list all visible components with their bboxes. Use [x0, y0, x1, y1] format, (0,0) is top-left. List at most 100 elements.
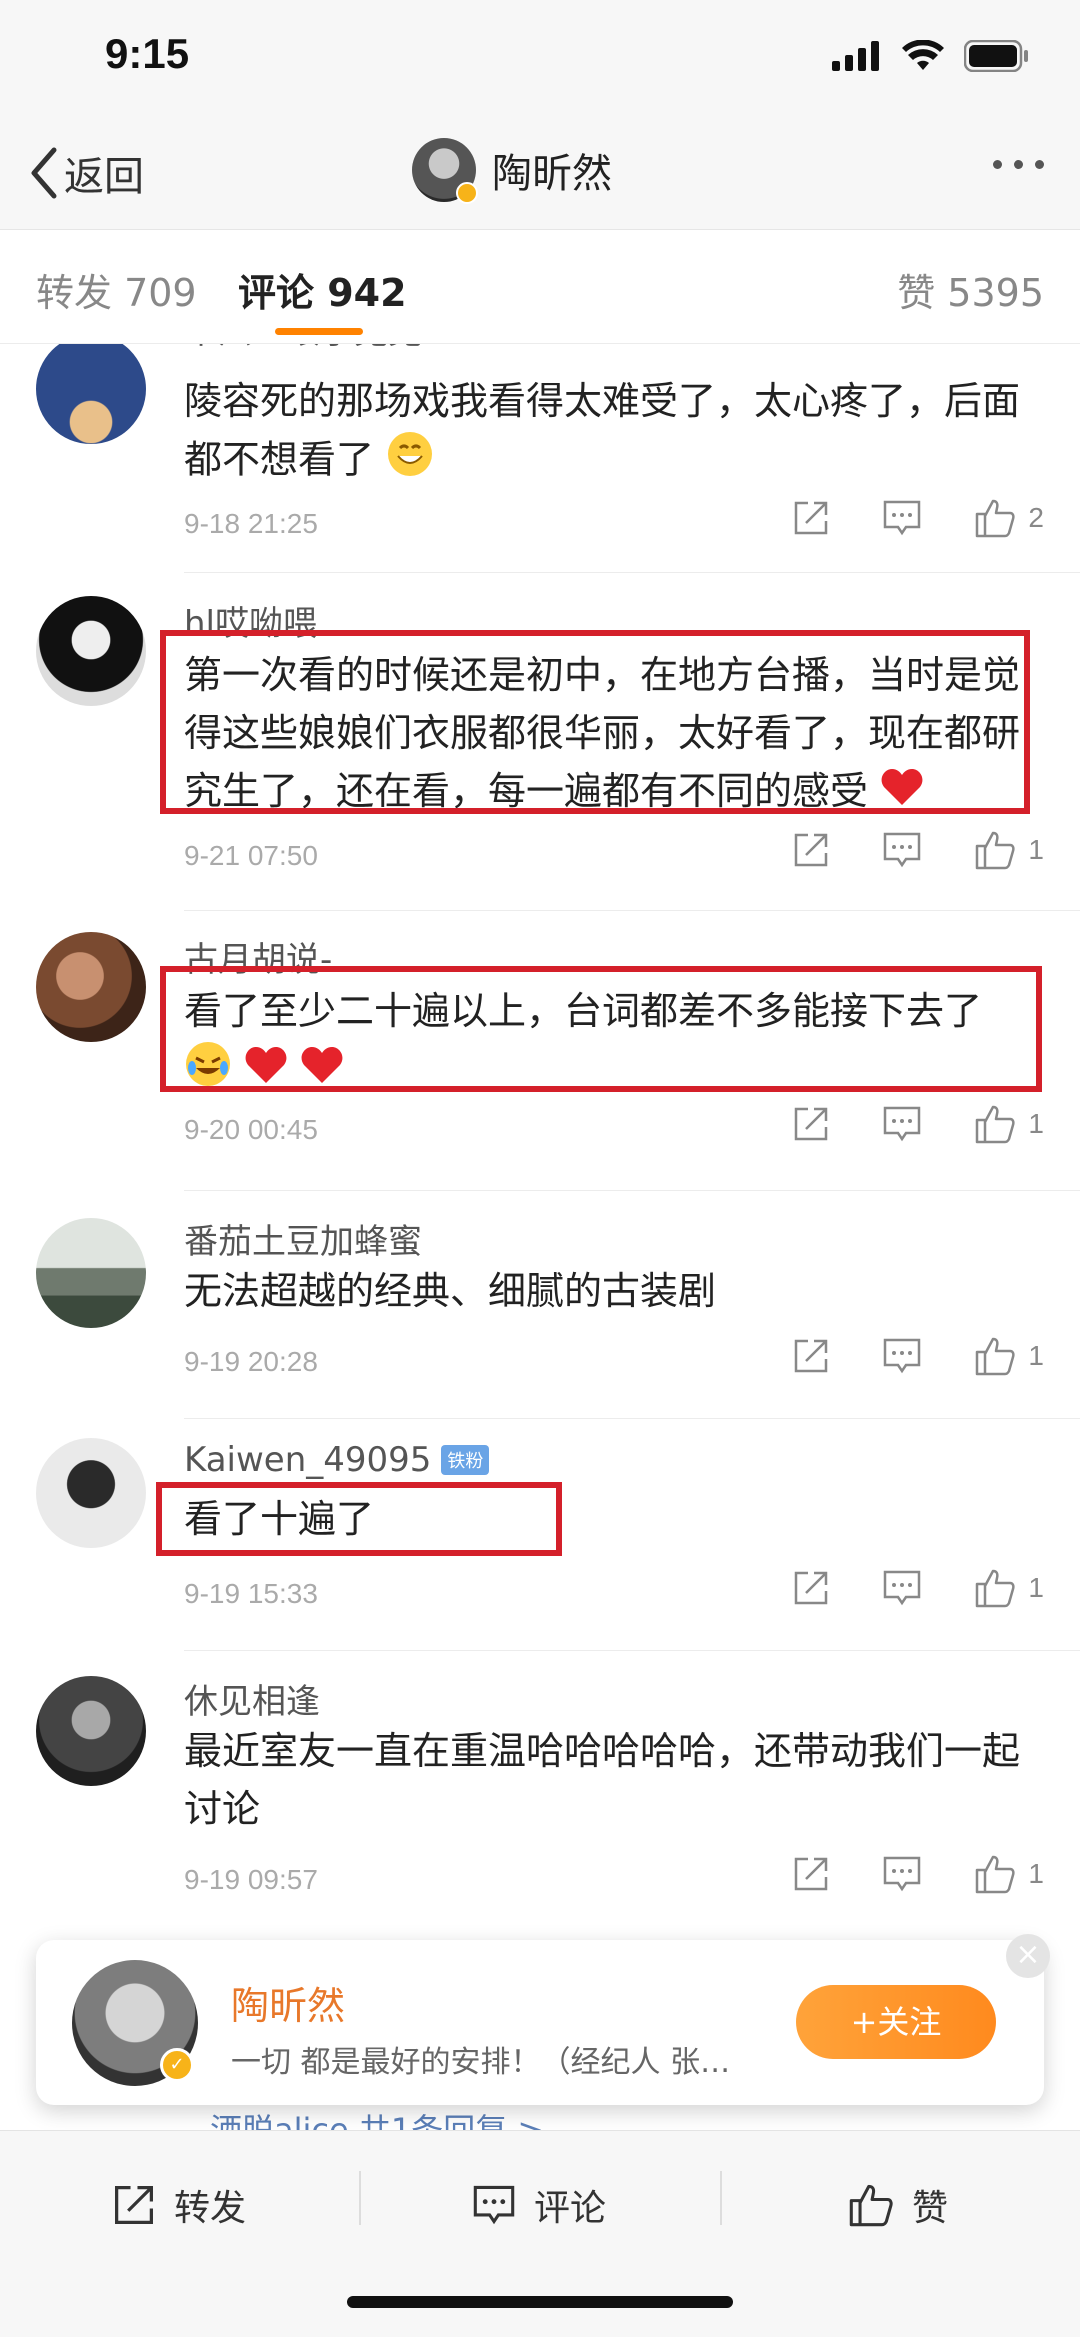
repost-button[interactable]: [792, 1337, 830, 1375]
popup-user-name[interactable]: 陶昕然: [231, 1975, 345, 2030]
like-count: 1: [1028, 1108, 1044, 1139]
repost-button[interactable]: [792, 1855, 830, 1893]
repost-action[interactable]: 转发: [112, 2179, 246, 2231]
battery-icon: [964, 40, 1028, 72]
comment-date: 9-19 09:57: [184, 1864, 318, 1895]
avatar[interactable]: [36, 596, 146, 706]
popup-user-description: 一切 都是最好的安排！（经纪人 张…: [231, 2045, 731, 2080]
verified-badge-icon: ✓: [160, 2048, 194, 2082]
share-icon: [795, 1339, 828, 1373]
highlight-box: [160, 630, 1030, 814]
avatar[interactable]: [36, 1676, 146, 1786]
status-bar: 9:15: [0, 0, 1080, 120]
repost-button[interactable]: [792, 1105, 830, 1143]
thumbs-up-icon: [976, 1105, 1016, 1144]
comment-action[interactable]: 评论: [472, 2179, 606, 2231]
reply-button[interactable]: [882, 1105, 922, 1143]
like-button[interactable]: 1: [974, 1104, 1044, 1144]
comment-icon: [884, 1570, 921, 1606]
nav-title: 陶昕然: [492, 151, 612, 197]
comment-icon: [884, 500, 921, 536]
comment-list[interactable]: 十六红眼小兔兔 陵容死的那场戏我看得太难受了，太心疼了，后面都不想看了 9-18…: [0, 344, 1080, 1944]
highlight-box: [160, 966, 1042, 1092]
home-indicator[interactable]: [347, 2296, 733, 2308]
comment-item: 番茄土豆加蜂蜜 无法超越的经典、细腻的古装剧 9-19 20:28 1: [0, 1190, 1080, 1419]
repost-label: 转发: [174, 2188, 247, 2229]
like-button[interactable]: 1: [974, 1336, 1044, 1376]
comment-icon: [884, 1338, 921, 1374]
tab-likes[interactable]: 赞 5395: [897, 262, 1044, 317]
comment-username-text[interactable]: Kaiwen_49095: [184, 1440, 431, 1480]
avatar: [412, 138, 478, 204]
avatar[interactable]: [36, 1218, 146, 1328]
divider: [359, 2171, 361, 2225]
comment-icon: [884, 1106, 921, 1142]
repost-button[interactable]: [792, 831, 830, 869]
reply-button[interactable]: [882, 499, 922, 537]
share-icon: [795, 1857, 828, 1891]
comment-text: 陵容死的那场戏我看得太难受了，太心疼了，后面都不想看了: [184, 372, 1034, 494]
comment-item: Kaiwen_49095 铁粉 看了十遍了 9-19 15:33 1: [0, 1418, 1080, 1651]
share-icon: [795, 833, 828, 867]
thumbs-up-icon: [976, 1569, 1016, 1608]
like-count: 1: [1028, 1858, 1044, 1889]
comment-actions: 1: [792, 1336, 1044, 1376]
share-icon: [115, 2186, 153, 2224]
tab-comments[interactable]: 评论 942: [238, 262, 407, 317]
reply-button[interactable]: [882, 831, 922, 869]
like-action[interactable]: 赞: [848, 2179, 948, 2231]
comment-label: 评论: [534, 2188, 607, 2229]
follow-suggestion-card: ✓ 陶昕然 一切 都是最好的安排！（经纪人 张… +关注 ×: [36, 1934, 1050, 2105]
status-time: 9:15: [105, 30, 190, 77]
comment-username: Kaiwen_49095 铁粉: [184, 1440, 490, 1480]
thumbs-up-icon: [976, 499, 1016, 538]
like-button[interactable]: 1: [974, 1568, 1044, 1608]
comment-date: 9-18 21:25: [184, 508, 318, 539]
repost-button[interactable]: [792, 499, 830, 537]
reply-button[interactable]: [882, 1569, 922, 1607]
comment-icon: [884, 832, 921, 868]
highlight-box: [156, 1482, 562, 1556]
comment-icon: [884, 1856, 921, 1892]
nav-user[interactable]: 陶昕然: [412, 138, 612, 204]
comment-username[interactable]: 休见相逢: [184, 1674, 320, 1723]
thumbs-up-icon: [976, 831, 1016, 870]
comment-date: 9-21 07:50: [184, 840, 318, 871]
like-count: 1: [1028, 1340, 1044, 1371]
comment-text: 无法超越的经典、细腻的古装剧: [184, 1269, 717, 1313]
comment-username[interactable]: 十六红眼小兔兔: [184, 344, 422, 353]
reply-button[interactable]: [882, 1855, 922, 1893]
close-icon[interactable]: ×: [1006, 1934, 1050, 1978]
like-button[interactable]: 2: [974, 498, 1044, 538]
like-button[interactable]: 1: [974, 1854, 1044, 1894]
avatar[interactable]: [36, 1438, 146, 1548]
follow-button[interactable]: +关注: [796, 1985, 996, 2059]
comment-username[interactable]: 番茄土豆加蜂蜜: [184, 1214, 422, 1263]
avatar[interactable]: [36, 344, 146, 444]
repost-button[interactable]: [792, 1569, 830, 1607]
share-icon: [795, 1107, 828, 1141]
reply-button[interactable]: [882, 1337, 922, 1375]
share-icon: [795, 1571, 828, 1605]
thumbs-up-icon: [849, 2184, 893, 2227]
verified-badge-icon: [456, 182, 478, 204]
comment-actions: 1: [792, 1104, 1044, 1144]
comment-date: 9-20 00:45: [184, 1114, 318, 1145]
comment-date: 9-19 15:33: [184, 1578, 318, 1609]
nav-bar: 返回 陶昕然: [0, 120, 1080, 230]
back-button[interactable]: 返回: [28, 144, 144, 202]
like-button[interactable]: 1: [974, 830, 1044, 870]
comment-item: hl哎呦喂 第一次看的时候还是初中，在地方台播，当时是觉得这些娘娘们衣服都很华丽…: [0, 574, 1080, 911]
like-count: 1: [1028, 834, 1044, 865]
divider: [720, 2171, 722, 2225]
chevron-left-icon: [31, 147, 57, 199]
tab-repost[interactable]: 转发 709: [36, 262, 197, 317]
thumbs-up-icon: [976, 1855, 1016, 1894]
wifi-icon: [902, 40, 944, 70]
divider: [184, 572, 1080, 573]
like-label: 赞: [912, 2188, 949, 2229]
more-options-icon[interactable]: [993, 160, 1044, 169]
comment-item: 古月胡说- 看了至少二十遍以上，台词都差不多能接下去了 9-20 00:45 1: [0, 910, 1080, 1191]
avatar[interactable]: ✓: [72, 1960, 198, 2086]
avatar[interactable]: [36, 932, 146, 1042]
